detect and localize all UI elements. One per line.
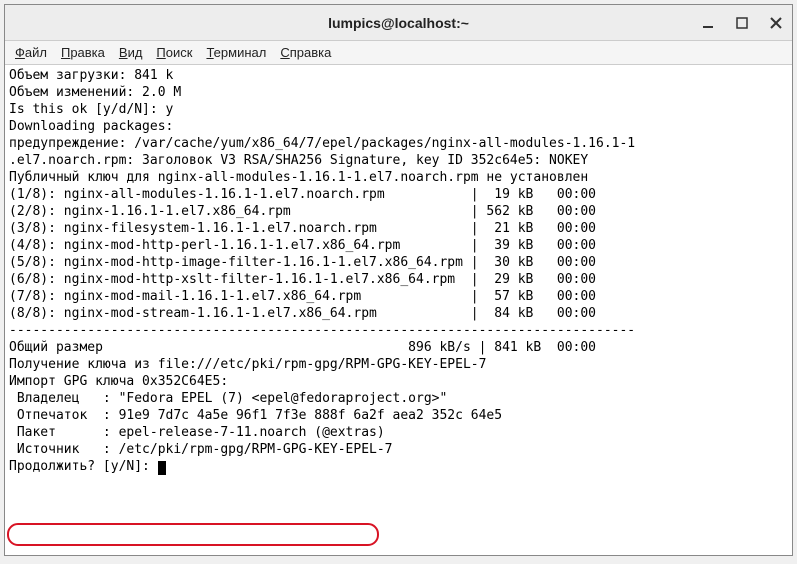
terminal-output[interactable]: Объем загрузки: 841 k Объем изменений: 2… [5,65,792,555]
term-line: Отпечаток : 91e9 7d7c 4a5e 96f1 7f3e 888… [9,408,502,423]
term-line: Владелец : "Fedora EPEL (7) <epel@fedora… [9,391,447,406]
term-line: Downloading packages: [9,119,173,134]
menu-file[interactable]: Файл [15,45,47,60]
menu-search[interactable]: Поиск [156,45,192,60]
term-line: Получение ключа из file:///etc/pki/rpm-g… [9,357,486,372]
terminal-window: lumpics@localhost:~ Файл Правка Вид Поис… [4,4,793,556]
term-line: (1/8): nginx-all-modules-1.16.1-1.el7.no… [9,187,596,202]
term-line: (6/8): nginx-mod-http-xslt-filter-1.16.1… [9,272,596,287]
term-line: Пакет : epel-release-7-11.noarch (@extra… [9,425,385,440]
close-button[interactable] [766,13,786,33]
minimize-button[interactable] [698,13,718,33]
prompt-line[interactable]: Продолжить? [y/N]: [9,458,166,475]
term-line: Объем загрузки: 841 k [9,68,173,83]
window-title: lumpics@localhost:~ [328,15,469,31]
maximize-button[interactable] [732,13,752,33]
term-line: (5/8): nginx-mod-http-image-filter-1.16.… [9,255,596,270]
term-line: (8/8): nginx-mod-stream-1.16.1-1.el7.x86… [9,306,596,321]
term-line: Импорт GPG ключа 0x352C64E5: [9,374,228,389]
prompt-text: Продолжить? [y/N]: [9,459,158,474]
term-line: (7/8): nginx-mod-mail-1.16.1-1.el7.x86_6… [9,289,596,304]
term-separator: ----------------------------------------… [9,323,635,338]
term-line: (3/8): nginx-filesystem-1.16.1-1.el7.noa… [9,221,596,236]
menubar: Файл Правка Вид Поиск Терминал Справка [5,41,792,65]
term-line: Публичный ключ для nginx-all-modules-1.1… [9,170,588,185]
menu-help[interactable]: Справка [280,45,331,60]
cursor-icon [158,461,166,475]
menu-terminal[interactable]: Терминал [206,45,266,60]
window-controls [698,5,786,40]
term-line: Объем изменений: 2.0 M [9,85,181,100]
term-line: Источник : /etc/pki/rpm-gpg/RPM-GPG-KEY-… [9,442,393,457]
term-line: (4/8): nginx-mod-http-perl-1.16.1-1.el7.… [9,238,596,253]
term-line: Is this ok [y/d/N]: y [9,102,173,117]
term-line: (2/8): nginx-1.16.1-1.el7.x86_64.rpm | 5… [9,204,596,219]
menu-view[interactable]: Вид [119,45,143,60]
term-line: .el7.noarch.rpm: Заголовок V3 RSA/SHA256… [9,153,588,168]
menu-edit[interactable]: Правка [61,45,105,60]
term-line: предупреждение: /var/cache/yum/x86_64/7/… [9,136,635,151]
term-line: Общий размер 896 kB/s | 841 kB 00:00 [9,340,596,355]
titlebar: lumpics@localhost:~ [5,5,792,41]
